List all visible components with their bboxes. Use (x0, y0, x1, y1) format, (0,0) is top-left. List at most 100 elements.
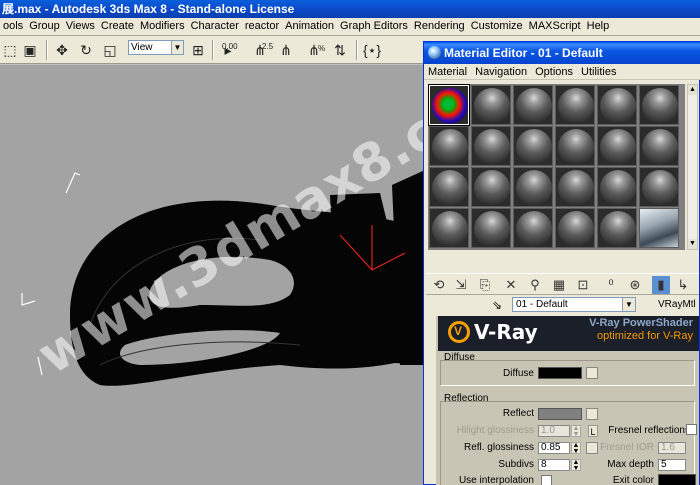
select-scale-icon[interactable]: ◱ (100, 40, 120, 60)
select-region-icon[interactable]: ⬚ (0, 40, 20, 60)
material-slot[interactable] (513, 208, 553, 248)
material-slot[interactable] (513, 126, 553, 166)
material-slot[interactable] (555, 208, 595, 248)
menu-graph-editors[interactable]: Graph Editors (337, 18, 411, 35)
select-rotate-icon[interactable]: ↻ (76, 40, 96, 60)
material-slot[interactable] (471, 167, 511, 207)
subdivs-input[interactable]: 8 ▲ ▼ (538, 459, 581, 472)
material-slot[interactable] (429, 126, 469, 166)
reference-coord-value: View (131, 42, 153, 53)
main-menu-bar: ools Group Views Create Modifiers Character re… (0, 18, 700, 36)
vray-shader-text: V-Ray PowerShader (589, 317, 693, 329)
max-depth-value: 5 (661, 459, 667, 470)
max-depth-input[interactable]: 5 (658, 459, 686, 471)
material-slot[interactable] (513, 167, 553, 207)
reflect-map-button[interactable] (586, 408, 598, 420)
material-type-button[interactable]: VRayMtl (658, 299, 696, 310)
exit-color-swatch[interactable] (658, 474, 696, 485)
menu-animation[interactable]: Animation (282, 18, 337, 35)
material-preview-sphere (600, 129, 636, 165)
material-slot[interactable] (639, 167, 679, 207)
spinner-arrows-icon[interactable]: ▲ ▼ (571, 425, 581, 438)
menu-character[interactable]: Character (188, 18, 242, 35)
pick-material-icon[interactable]: ⇘ (492, 298, 502, 312)
me-menu-material[interactable]: Material (424, 64, 471, 80)
material-slot[interactable] (597, 126, 637, 166)
chevron-down-icon[interactable]: ▼ (622, 298, 635, 311)
material-preview-sphere (432, 129, 468, 165)
spinner-arrows-icon[interactable]: ▲ ▼ (571, 459, 581, 472)
perspective-viewport[interactable]: www.3dmax8.cn (0, 65, 425, 485)
slot-scrollbar[interactable]: ▲ ▼ (687, 84, 698, 250)
menu-group[interactable]: Group (26, 18, 63, 35)
fresnel-ior-input[interactable]: 1.6 (658, 442, 686, 454)
go-to-parent-icon[interactable]: ↳ (674, 276, 692, 294)
scroll-up-icon[interactable]: ▲ (688, 85, 697, 95)
menu-modifiers[interactable]: Modifiers (137, 18, 188, 35)
reflect-color-swatch[interactable] (538, 408, 582, 420)
show-end-result-icon[interactable]: ⊛ (626, 276, 644, 294)
material-name-field[interactable]: 01 - Default ▼ (512, 297, 636, 312)
spinner-snap-icon[interactable]: ⇅ (330, 40, 350, 60)
material-preview-sphere (558, 170, 594, 206)
material-slot[interactable] (513, 85, 553, 125)
hilight-glossiness-input[interactable]: 1.0 ▲ ▼ (538, 425, 581, 438)
show-map-icon[interactable]: ⁰ (602, 276, 620, 294)
menu-help[interactable]: Help (584, 18, 613, 35)
fresnel-ior-label: Fresnel IOR (600, 442, 654, 453)
menu-customize[interactable]: Customize (468, 18, 526, 35)
material-slot[interactable] (471, 126, 511, 166)
background-icon[interactable]: ▮ (652, 276, 670, 294)
material-name-value: 01 - Default (516, 299, 568, 310)
menu-maxscript[interactable]: MAXScript (526, 18, 584, 35)
get-material-icon[interactable]: ⟲ (430, 276, 448, 294)
window-crossing-icon[interactable]: ▣ (20, 40, 40, 60)
material-effects-icon[interactable]: ⊡ (574, 276, 592, 294)
spinner-arrows-icon[interactable]: ▲ ▼ (571, 442, 581, 455)
material-slot[interactable] (471, 208, 511, 248)
material-slot[interactable] (639, 85, 679, 125)
angle-snap-icon[interactable]: ⋔ (276, 40, 296, 60)
material-slot[interactable] (597, 85, 637, 125)
assign-material-icon[interactable]: ⎘ (476, 276, 494, 294)
material-slot[interactable] (429, 208, 469, 248)
refl-glossiness-input[interactable]: 0.85 ▲ ▼ (538, 442, 581, 455)
named-selection-icon[interactable]: {⋆} (362, 40, 382, 60)
material-editor-toolbar: ⟲ ⇲ ⎘ ✕ ⚲ ▦ ⊡ ⁰ ⊛ ▮ ↳ (426, 273, 699, 295)
percent-snap-label: % (318, 44, 326, 53)
material-editor-menu: Material Navigation Options Utilities (424, 64, 700, 80)
material-slot[interactable] (639, 208, 679, 248)
diffuse-map-button[interactable] (586, 367, 598, 379)
material-slot[interactable] (555, 126, 595, 166)
me-menu-utilities[interactable]: Utilities (577, 64, 620, 80)
scroll-down-icon[interactable]: ▼ (688, 239, 697, 249)
fresnel-reflections-checkbox[interactable] (686, 424, 697, 435)
menu-reactor[interactable]: reactor (242, 18, 282, 35)
reset-map-icon[interactable]: ✕ (502, 276, 520, 294)
pivot-center-icon[interactable]: ⊞ (188, 40, 208, 60)
menu-views[interactable]: Views (63, 18, 98, 35)
select-move-icon[interactable]: ✥ (52, 40, 72, 60)
material-preview-sphere (474, 129, 510, 165)
menu-rendering[interactable]: Rendering (411, 18, 468, 35)
make-unique-icon[interactable]: ⚲ (526, 276, 544, 294)
window-title: 展.max - Autodesk 3ds Max 8 - Stand-alone… (2, 2, 295, 16)
put-to-scene-icon[interactable]: ⇲ (452, 276, 470, 294)
diffuse-color-swatch[interactable] (538, 367, 582, 379)
menu-create[interactable]: Create (98, 18, 137, 35)
material-slot[interactable] (597, 208, 637, 248)
material-slot[interactable] (428, 84, 470, 126)
use-interpolation-checkbox[interactable] (541, 475, 552, 485)
menu-tools[interactable]: ools (0, 18, 26, 35)
material-slot[interactable] (471, 85, 511, 125)
reference-coord-dropdown[interactable]: View ▼ (128, 40, 184, 55)
me-menu-options[interactable]: Options (531, 64, 577, 80)
material-slot[interactable] (597, 167, 637, 207)
material-slot[interactable] (555, 85, 595, 125)
hilight-glossiness-label: Hilight glossiness (456, 425, 534, 436)
put-to-library-icon[interactable]: ▦ (550, 276, 568, 294)
material-slot[interactable] (555, 167, 595, 207)
material-slot[interactable] (429, 167, 469, 207)
material-slot[interactable] (639, 126, 679, 166)
me-menu-navigation[interactable]: Navigation (471, 64, 531, 80)
